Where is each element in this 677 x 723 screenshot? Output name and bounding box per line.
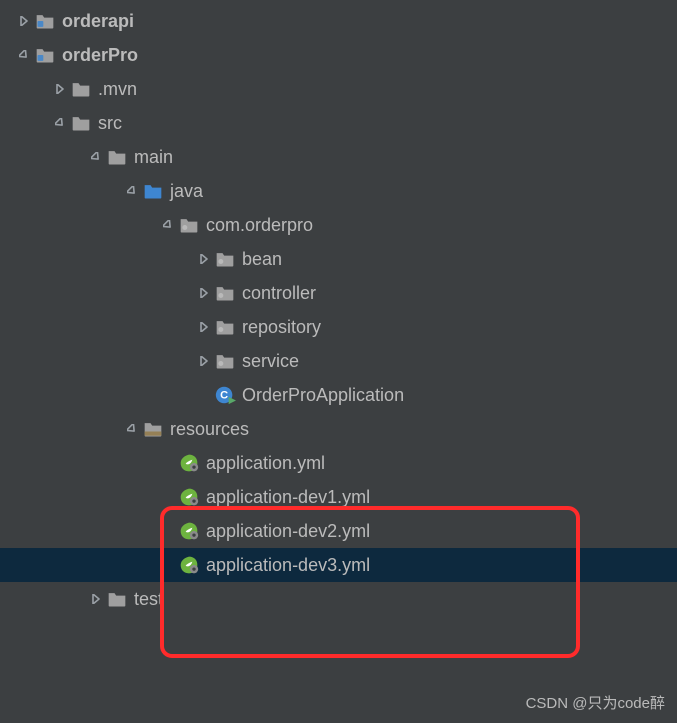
tree-label: .mvn — [98, 79, 137, 100]
tree-row-src[interactable]: src — [0, 106, 677, 140]
chevron-right-icon[interactable] — [50, 84, 70, 94]
tree-label: resources — [170, 419, 249, 440]
chevron-down-icon[interactable] — [14, 50, 34, 60]
module-icon — [34, 10, 56, 32]
module-icon — [34, 44, 56, 66]
tree-row-controller[interactable]: controller — [0, 276, 677, 310]
package-icon — [214, 248, 236, 270]
package-icon — [214, 316, 236, 338]
chevron-right-icon[interactable] — [194, 356, 214, 366]
tree-row-orderapi[interactable]: orderapi — [0, 4, 677, 38]
folder-icon — [106, 588, 128, 610]
chevron-right-icon[interactable] — [86, 594, 106, 604]
folder-icon — [70, 78, 92, 100]
src-folder-icon — [142, 180, 164, 202]
tree-label: application-dev3.yml — [206, 555, 370, 576]
tree-row-mvn[interactable]: .mvn — [0, 72, 677, 106]
chevron-down-icon[interactable] — [122, 424, 142, 434]
class-run-icon: C — [214, 384, 236, 406]
tree-label: orderPro — [62, 45, 138, 66]
watermark: CSDN @只为code醉 — [526, 692, 665, 713]
tree-row-service[interactable]: service — [0, 344, 677, 378]
chevron-down-icon[interactable] — [122, 186, 142, 196]
tree-row-test[interactable]: test — [0, 582, 677, 616]
chevron-down-icon[interactable] — [50, 118, 70, 128]
tree-label: application.yml — [206, 453, 325, 474]
tree-row-resources[interactable]: resources — [0, 412, 677, 446]
tree-label: com.orderpro — [206, 215, 313, 236]
tree-label: bean — [242, 249, 282, 270]
tree-row-bean[interactable]: bean — [0, 242, 677, 276]
chevron-down-icon[interactable] — [158, 220, 178, 230]
chevron-right-icon[interactable] — [14, 16, 34, 26]
res-folder-icon — [142, 418, 164, 440]
package-icon — [214, 282, 236, 304]
folder-icon — [70, 112, 92, 134]
tree-row-yml1[interactable]: application-dev1.yml — [0, 480, 677, 514]
package-icon — [178, 214, 200, 236]
folder-icon — [106, 146, 128, 168]
tree-label: orderapi — [62, 11, 134, 32]
tree-label: application-dev2.yml — [206, 521, 370, 542]
chevron-right-icon[interactable] — [194, 322, 214, 332]
tree-row-yml2[interactable]: application-dev2.yml — [0, 514, 677, 548]
tree-label: repository — [242, 317, 321, 338]
tree-row-yml0[interactable]: application.yml — [0, 446, 677, 480]
tree-label: main — [134, 147, 173, 168]
tree-row-yml3[interactable]: application-dev3.yml — [0, 548, 677, 582]
tree-label: OrderProApplication — [242, 385, 404, 406]
spring-config-icon — [178, 452, 200, 474]
tree-label: service — [242, 351, 299, 372]
chevron-down-icon[interactable] — [86, 152, 106, 162]
tree-label: java — [170, 181, 203, 202]
project-tree[interactable]: orderapi orderPro .mvn src main java com… — [0, 0, 677, 616]
spring-config-icon — [178, 554, 200, 576]
tree-row-pkg[interactable]: com.orderpro — [0, 208, 677, 242]
spring-config-icon — [178, 520, 200, 542]
tree-row-java[interactable]: java — [0, 174, 677, 208]
svg-text:C: C — [220, 390, 228, 402]
tree-row-repository[interactable]: repository — [0, 310, 677, 344]
tree-label: test — [134, 589, 163, 610]
chevron-right-icon[interactable] — [194, 288, 214, 298]
tree-label: controller — [242, 283, 316, 304]
tree-row-orderpro[interactable]: orderPro — [0, 38, 677, 72]
tree-label: application-dev1.yml — [206, 487, 370, 508]
tree-row-main[interactable]: main — [0, 140, 677, 174]
package-icon — [214, 350, 236, 372]
spring-config-icon — [178, 486, 200, 508]
tree-row-app[interactable]: C OrderProApplication — [0, 378, 677, 412]
tree-label: src — [98, 113, 122, 134]
chevron-right-icon[interactable] — [194, 254, 214, 264]
